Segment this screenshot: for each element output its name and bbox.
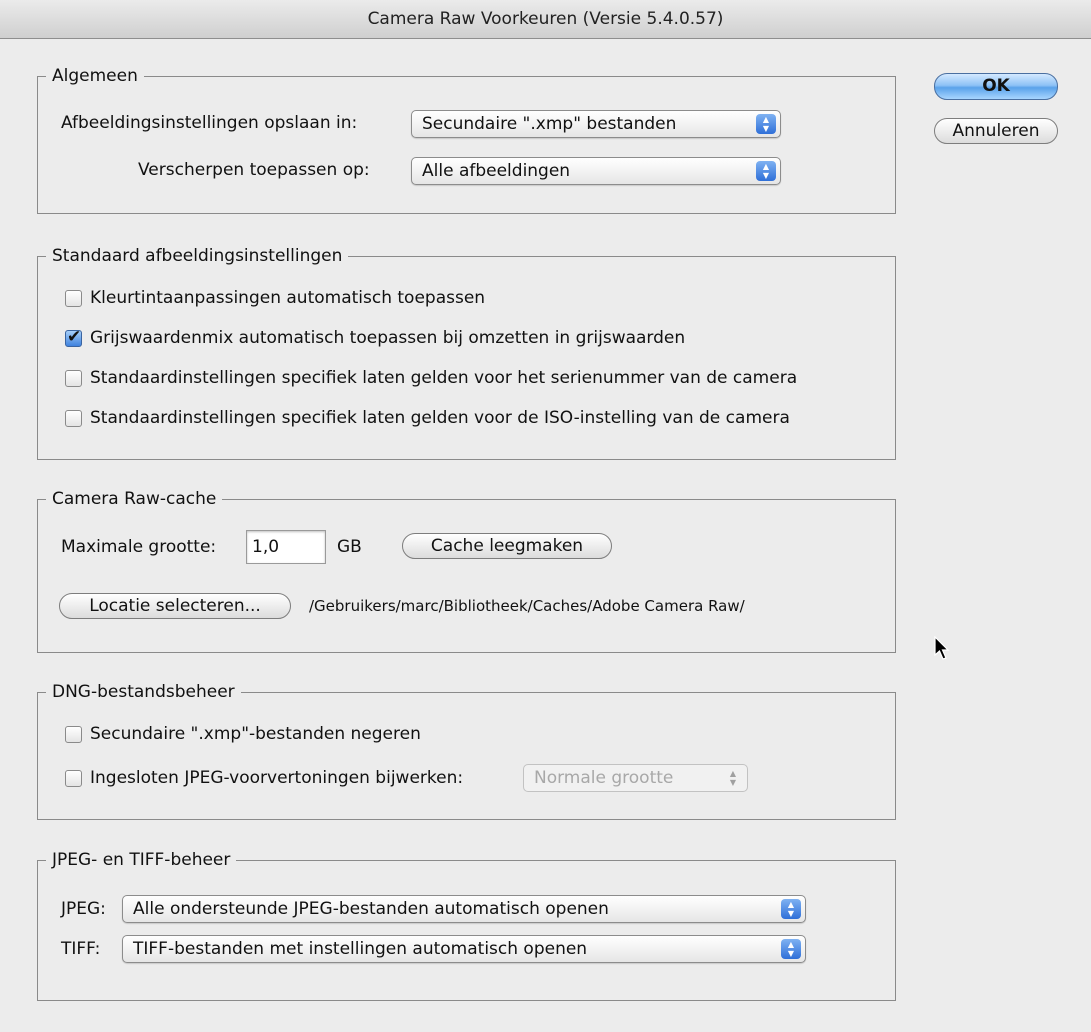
cancel-button[interactable]: Annuleren — [934, 118, 1058, 144]
max-size-input[interactable]: 1,0 — [246, 530, 326, 564]
auto-grayscale-label: Grijswaardenmix automatisch toepassen bi… — [90, 328, 686, 348]
purge-cache-button[interactable]: Cache leegmaken — [402, 533, 612, 559]
serial-specific-label: Standaardinstellingen specifiek laten ge… — [90, 368, 798, 388]
defaults-group: Standaard afbeeldingsinstellingen Kleurt… — [37, 245, 896, 460]
auto-grayscale-checkbox[interactable]: ✔ — [65, 327, 82, 347]
tiff-handling-popup[interactable]: TIFF-bestanden met instellingen automati… — [122, 935, 806, 963]
dng-legend: DNG-bestandsbeheer — [46, 681, 241, 703]
up-down-arrows-icon: ▲ ▼ — [781, 939, 801, 959]
ignore-xmp-checkbox[interactable] — [65, 726, 82, 743]
serial-specific-checkbox[interactable] — [65, 370, 82, 387]
update-previews-label: Ingesloten JPEG-voorvertoningen bijwerke… — [90, 768, 464, 788]
jpeg-handling-value: Alle ondersteunde JPEG-bestanden automat… — [133, 899, 609, 919]
defaults-legend: Standaard afbeeldingsinstellingen — [46, 245, 349, 267]
cache-legend: Camera Raw-cache — [46, 488, 223, 510]
save-settings-value: Secundaire ".xmp" bestanden — [422, 114, 677, 134]
sharpen-label: Verscherpen toepassen op: — [138, 160, 370, 180]
general-group: Algemeen Afbeeldingsinstellingen opslaan… — [37, 65, 896, 214]
sharpen-popup[interactable]: Alle afbeeldingen ▲ ▼ — [411, 157, 781, 185]
up-down-arrows-icon: ▲ ▼ — [729, 769, 737, 787]
window-title: Camera Raw Voorkeuren (Versie 5.4.0.57) — [0, 0, 1091, 39]
jpeg-tiff-legend: JPEG- en TIFF-beheer — [46, 849, 237, 871]
iso-specific-label: Standaardinstellingen specifiek laten ge… — [90, 408, 790, 428]
up-down-arrows-icon: ▲ ▼ — [756, 161, 776, 181]
cache-group: Camera Raw-cache Maximale grootte: 1,0 G… — [37, 488, 896, 653]
preview-size-value: Normale grootte — [534, 768, 674, 788]
checkmark-icon: ✔ — [67, 327, 82, 347]
jpeg-tiff-group: JPEG- en TIFF-beheer JPEG: Alle onderste… — [37, 849, 896, 1001]
ok-button[interactable]: OK — [934, 73, 1058, 100]
dng-group: DNG-bestandsbeheer Secundaire ".xmp"-bes… — [37, 681, 896, 820]
sharpen-value: Alle afbeeldingen — [422, 161, 571, 181]
tiff-label: TIFF: — [61, 939, 101, 959]
up-down-arrows-icon: ▲ ▼ — [781, 899, 801, 919]
tiff-handling-value: TIFF-bestanden met instellingen automati… — [133, 939, 588, 959]
iso-specific-checkbox[interactable] — [65, 410, 82, 427]
select-location-button[interactable]: Locatie selecteren... — [59, 593, 291, 619]
cache-location-path: /Gebruikers/marc/Bibliotheek/Caches/Adob… — [309, 597, 745, 615]
update-previews-checkbox[interactable] — [65, 770, 82, 787]
save-settings-label: Afbeeldingsinstellingen opslaan in: — [61, 113, 358, 133]
auto-tone-label: Kleurtintaanpassingen automatisch toepas… — [90, 288, 486, 308]
ignore-xmp-label: Secundaire ".xmp"-bestanden negeren — [90, 724, 421, 744]
save-settings-popup[interactable]: Secundaire ".xmp" bestanden ▲ ▼ — [411, 110, 781, 138]
max-size-label: Maximale grootte: — [61, 537, 217, 557]
max-size-unit: GB — [337, 537, 362, 557]
general-legend: Algemeen — [46, 65, 144, 87]
mouse-pointer-icon — [934, 636, 950, 660]
up-down-arrows-icon: ▲ ▼ — [756, 114, 776, 134]
jpeg-handling-popup[interactable]: Alle ondersteunde JPEG-bestanden automat… — [122, 895, 806, 923]
auto-tone-checkbox[interactable] — [65, 290, 82, 307]
preview-size-popup: Normale grootte ▲ ▼ — [523, 764, 748, 792]
jpeg-label: JPEG: — [61, 899, 106, 919]
